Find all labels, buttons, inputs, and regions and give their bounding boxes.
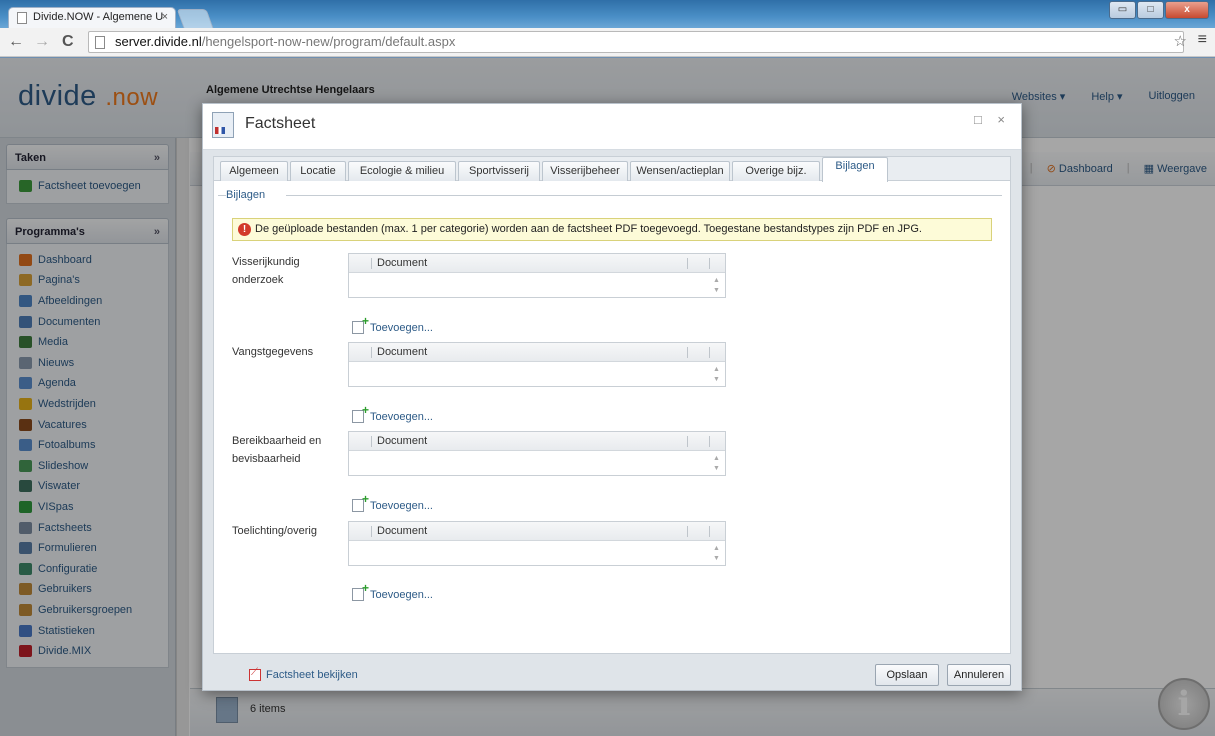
back-icon[interactable]: ←	[8, 33, 24, 51]
window-titlebar: Divide.NOW - Algemene U × ▭ □ x	[0, 0, 1215, 28]
new-tab-button[interactable]	[176, 9, 214, 28]
window-close-button[interactable]: x	[1165, 1, 1209, 19]
column-document[interactable]: Document	[377, 525, 427, 537]
notice-text: De geüploade bestanden (max. 1 per categ…	[255, 223, 922, 235]
fieldset-legend: Bijlagen	[226, 189, 266, 201]
tab-visserijbeheer[interactable]: Visserijbeheer	[542, 161, 628, 181]
minimize-button[interactable]: ▭	[1109, 1, 1136, 19]
grid-scrollbar[interactable]: ▲ ▼	[712, 544, 721, 564]
factsheet-bekijken-link[interactable]: Factsheet bekijken	[249, 667, 358, 681]
add-document-icon	[352, 403, 369, 423]
page-icon	[17, 12, 27, 24]
add-document-icon	[352, 492, 369, 512]
add-bereikbaarheid-en-bevisbaarheid-link[interactable]: Toevoegen...	[352, 492, 433, 512]
add-vangstgegevens-link[interactable]: Toevoegen...	[352, 403, 433, 423]
tab-algemeen[interactable]: Algemeen	[220, 161, 288, 181]
column-document[interactable]: Document	[377, 257, 427, 269]
section-label-vangstgegevens: Vangstgegevens	[232, 346, 314, 358]
browser-menu-icon[interactable]: ≡	[1198, 31, 1207, 49]
section-label-toelichting-overig: Toelichting/overig	[232, 525, 317, 537]
bookmark-star-icon[interactable]: ☆	[1174, 32, 1187, 50]
attachment-grid-visserijkundig-onderzoek[interactable]: Document ▲ ▼	[348, 253, 726, 298]
window-controls: ▭ □ x	[1108, 1, 1209, 19]
factsheet-icon	[212, 112, 234, 138]
attachment-grid-vangstgegevens[interactable]: Document ▲ ▼	[348, 342, 726, 387]
grid-header: Document	[349, 254, 725, 273]
grid-header: Document	[349, 343, 725, 362]
grid-scrollbar[interactable]: ▲ ▼	[712, 454, 721, 474]
grid-header: Document	[349, 432, 725, 451]
save-button[interactable]: Opslaan	[875, 664, 939, 686]
dialog-footer: Factsheet bekijken Opslaan Annuleren	[203, 656, 1021, 691]
forward-icon[interactable]: →	[34, 33, 50, 51]
tab-title: Divide.NOW - Algemene U	[33, 11, 164, 23]
add-document-icon	[352, 581, 369, 601]
grid-scrollbar[interactable]: ▲ ▼	[712, 365, 721, 385]
upload-notice: ! De geüploade bestanden (max. 1 per cat…	[232, 218, 992, 241]
reload-icon[interactable]: C	[62, 33, 74, 51]
browser-toolbar: ← → C server.divide.nl/hengelsport-now-n…	[0, 28, 1215, 57]
section-label-bereikbaarheid-en-bevisbaarheid: Bereikbaarheid en bevisbaarheid	[232, 435, 322, 465]
tab-overige-bijz[interactable]: Overige bijz.	[732, 161, 820, 181]
dialog-header: Factsheet □ ×	[203, 104, 1021, 150]
add-document-icon	[352, 314, 369, 334]
warning-icon: !	[238, 223, 251, 236]
tab-bijlagen[interactable]: Bijlagen	[822, 157, 888, 182]
attachment-grid-bereikbaarheid-en-bevisbaarheid[interactable]: Document ▲ ▼	[348, 431, 726, 476]
browser-tab[interactable]: Divide.NOW - Algemene U ×	[8, 7, 176, 28]
grid-header: Document	[349, 522, 725, 541]
column-document[interactable]: Document	[377, 435, 427, 447]
url-path: /hengelsport-now-new/program/default.asp…	[201, 34, 456, 49]
pdf-icon	[249, 667, 261, 681]
grid-scrollbar[interactable]: ▲ ▼	[712, 276, 721, 296]
tab-locatie[interactable]: Locatie	[290, 161, 346, 181]
attachment-grid-toelichting-overig[interactable]: Document ▲ ▼	[348, 521, 726, 566]
url-host: server.divide.nl	[115, 34, 202, 49]
page-icon	[95, 36, 105, 49]
close-tab-icon[interactable]: ×	[162, 11, 168, 23]
tab-sportvisserij[interactable]: Sportvisserij	[458, 161, 540, 181]
dialog-body: Algemeen Locatie Ecologie & milieu Sport…	[213, 156, 1011, 654]
tab-ecologie-milieu[interactable]: Ecologie & milieu	[348, 161, 456, 181]
maximize-button[interactable]: □	[1137, 1, 1164, 19]
dialog-controls[interactable]: □ ×	[974, 112, 1011, 127]
section-label-visserijkundig-onderzoek: Visserijkundig onderzoek	[232, 256, 300, 286]
add-toelichting-overig-link[interactable]: Toevoegen...	[352, 581, 433, 601]
tab-strip: Algemeen Locatie Ecologie & milieu Sport…	[214, 157, 1010, 182]
address-bar[interactable]: server.divide.nl/hengelsport-now-new/pro…	[88, 31, 1184, 53]
dialog-title: Factsheet	[245, 115, 316, 132]
tab-wensen-actieplan[interactable]: Wensen/actieplan	[630, 161, 730, 181]
cancel-button[interactable]: Annuleren	[947, 664, 1011, 686]
add-visserijkundig-onderzoek-link[interactable]: Toevoegen...	[352, 314, 433, 334]
factsheet-dialog: Factsheet □ × Algemeen Locatie Ecologie …	[202, 103, 1022, 691]
column-document[interactable]: Document	[377, 346, 427, 358]
